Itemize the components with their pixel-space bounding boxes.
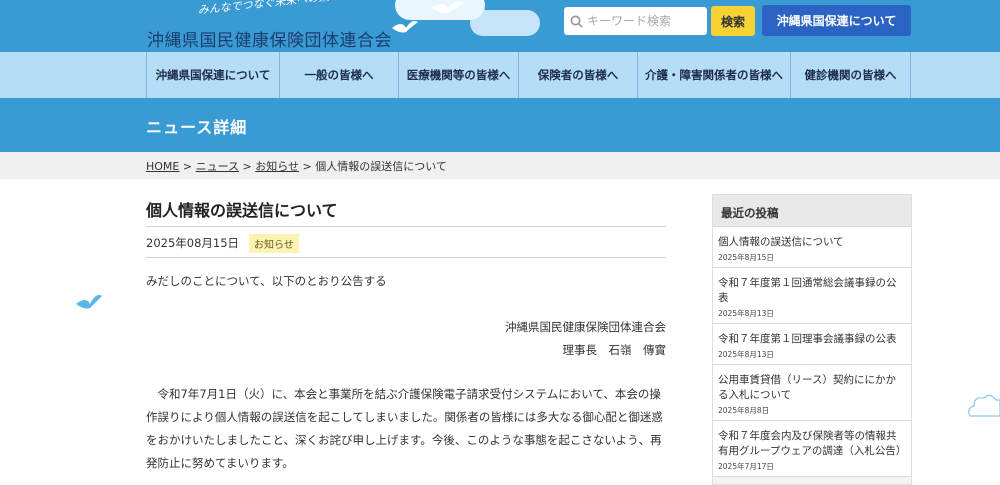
bird-icon [392, 20, 418, 33]
search-input[interactable] [587, 14, 697, 28]
recent-post-item[interactable]: 令和７年度第１回通常総会議事録の公表 2025年8月13日 [713, 268, 911, 324]
bird-icon [76, 295, 102, 309]
main-nav: 沖縄県国保連について 一般の皆様へ 医療機関等の皆様へ 保険者の皆様へ 介護・障… [0, 52, 1000, 98]
nav-item-checkup[interactable]: 健診機関の皆様へ [791, 52, 911, 98]
breadcrumb-news[interactable]: ニュース [196, 160, 239, 173]
article-body: 令和7年7月1日（火）に、本会と事業所を結ぶ介護保険電子請求受付システムにおいて… [146, 387, 663, 470]
breadcrumb: HOME > ニュース > お知らせ > 個人情報の誤送信について [146, 158, 447, 174]
site-logo-title[interactable]: 沖縄県国民健康保険団体連合会 [147, 26, 392, 51]
about-button[interactable]: 沖縄県国保連について [762, 5, 911, 36]
recent-posts-heading: 最近の投稿 [713, 195, 911, 227]
breadcrumb-band: HOME > ニュース > お知らせ > 個人情報の誤送信について [0, 152, 1000, 179]
recent-post-date: 2025年8月13日 [718, 350, 774, 359]
recent-post-item[interactable]: 公用車賃貸借（リース）契約ににかかる入札について 2025年8月8日 [713, 365, 911, 421]
nav-item-care[interactable]: 介護・障害関係者の皆様へ [638, 52, 791, 98]
breadcrumb-separator: > [182, 160, 193, 173]
breadcrumb-current: 個人情報の誤送信について [315, 160, 447, 173]
recent-post-item[interactable]: 令和７年度第１回理事会議事録の公表 2025年8月13日 [713, 324, 911, 365]
recent-post-date: 2025年7月17日 [718, 462, 774, 471]
nav-item-insurers[interactable]: 保険者の皆様へ [519, 52, 638, 98]
article-date: 2025年08月15日 [146, 236, 240, 250]
recent-post-title[interactable]: 個人情報の誤送信について [718, 235, 905, 250]
search-button[interactable]: 検索 [711, 6, 755, 36]
signature-person: 理事長 石嶺 傳實 [562, 343, 667, 357]
recent-post-title[interactable]: 令和７年度第１回理事会議事録の公表 [718, 332, 905, 347]
recent-post-title[interactable]: 公用車賃貸借（リース）契約ににかかる入札について [718, 373, 905, 403]
nav-item-general[interactable]: 一般の皆様へ [280, 52, 399, 98]
recent-post-title[interactable]: 令和７年度第１回通常総会議事録の公表 [718, 276, 905, 306]
breadcrumb-home[interactable]: HOME [146, 160, 179, 173]
cloud-decoration [470, 10, 540, 36]
recent-post-date: 2025年8月15日 [718, 253, 774, 262]
divider [146, 257, 666, 258]
article-title: 個人情報の誤送信について [146, 201, 338, 220]
search-box [564, 7, 707, 35]
recent-posts-sidebar: 最近の投稿 個人情報の誤送信について 2025年8月15日 令和７年度第１回通常… [712, 194, 912, 485]
category-tag[interactable]: お知らせ [249, 234, 299, 253]
divider [146, 226, 666, 227]
breadcrumb-separator: > [302, 160, 312, 173]
article-lead: みだしのことについて、以下のとおり公告する [146, 274, 387, 288]
nav-item-about[interactable]: 沖縄県国保連について [147, 52, 280, 98]
site-tagline: みんなでつなぐ未来への架け橋 [197, 0, 352, 17]
site-header: みんなでつなぐ未来への架け橋 沖縄県国民健康保険団体連合会 検索 沖縄県国保連に… [0, 0, 1000, 52]
recent-post-item[interactable]: 個人情報の誤送信について 2025年8月15日 [713, 227, 911, 268]
recent-post-date: 2025年8月8日 [718, 406, 770, 415]
nav-item-medical[interactable]: 医療機関等の皆様へ [399, 52, 519, 98]
breadcrumb-notice[interactable]: お知らせ [255, 160, 299, 173]
recent-post-item[interactable]: 令和７年度会内及び保険者等の情報共有用グループウェアの調達（入札公告） 2025… [713, 421, 911, 477]
recent-post-title[interactable]: 令和７年度会内及び保険者等の情報共有用グループウェアの調達（入札公告） [718, 429, 906, 459]
breadcrumb-separator: > [242, 160, 252, 173]
recent-post-date: 2025年8月13日 [718, 309, 774, 318]
signature-org: 沖縄県国民健康保険団体連合会 [505, 320, 666, 334]
page-title: ニュース詳細 [146, 118, 248, 137]
page-title-band: ニュース詳細 [0, 98, 1000, 152]
bird-icon [432, 1, 464, 14]
search-icon [570, 15, 583, 28]
cloud-decoration [968, 394, 1000, 417]
